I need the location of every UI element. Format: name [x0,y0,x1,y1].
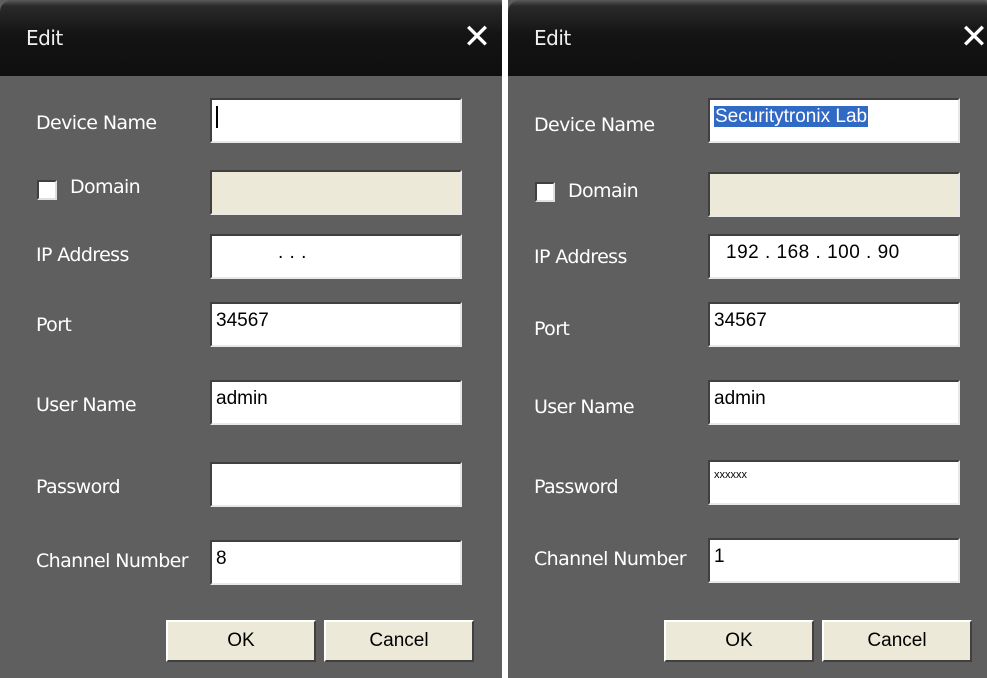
close-icon[interactable]: ✕ [458,18,496,56]
dialog-title: Edit [26,26,63,50]
password-label: Password [534,476,619,498]
password-mask: xxxxxx [714,469,747,481]
text-caret [216,106,218,128]
channel-number-label: Channel Number [36,550,189,572]
user-name-input[interactable]: admin [708,380,960,425]
dialog-titlebar: Edit ✕ [508,0,987,76]
ip-address-label: IP Address [534,246,627,268]
domain-label: Domain [70,176,141,198]
device-name-label: Device Name [534,114,655,136]
channel-number-input[interactable]: 8 [210,540,462,585]
channel-number-input[interactable]: 1 [708,538,960,583]
domain-label: Domain [568,180,639,202]
domain-checkbox[interactable] [37,180,57,200]
selected-text: Securitytronix Lab [714,106,869,127]
port-label: Port [534,318,570,340]
password-input[interactable]: xxxxxx [708,460,960,505]
ip-address-label: IP Address [36,244,129,266]
password-label: Password [36,476,121,498]
port-label: Port [36,314,72,336]
port-input[interactable]: 34567 [708,302,960,347]
ip-address-input[interactable]: . . . [210,234,462,279]
cancel-button[interactable]: Cancel [324,620,474,662]
domain-input [708,172,960,217]
domain-input [210,170,462,215]
domain-checkbox[interactable] [535,182,555,202]
user-name-label: User Name [534,396,635,418]
edit-dialog-right: Edit ✕ Device Name Securitytronix Lab Do… [508,0,987,678]
edit-dialog-left: Edit ✕ Device Name Domain IP Address . .… [0,0,502,678]
dialog-title: Edit [534,26,571,50]
ok-button[interactable]: OK [166,620,316,662]
channel-number-label: Channel Number [534,548,687,570]
cancel-button[interactable]: Cancel [822,620,972,662]
user-name-input[interactable]: admin [210,380,462,425]
dialog-titlebar: Edit ✕ [0,0,502,76]
device-name-label: Device Name [36,112,157,134]
ip-address-input[interactable]: 192 . 168 . 100 . 90 [708,234,960,279]
user-name-label: User Name [36,394,137,416]
ok-button[interactable]: OK [664,620,814,662]
port-input[interactable]: 34567 [210,302,462,347]
device-name-input[interactable] [210,98,462,143]
device-name-input[interactable]: Securitytronix Lab [708,98,960,143]
close-icon[interactable]: ✕ [955,18,987,56]
password-input[interactable] [210,462,462,507]
